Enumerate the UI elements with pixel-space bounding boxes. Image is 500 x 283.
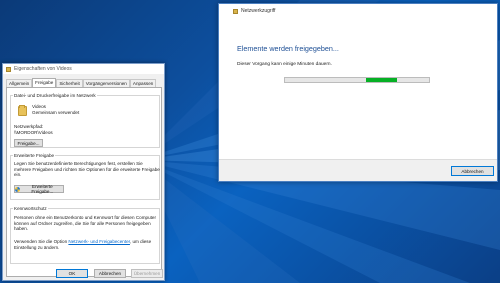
network-access-titlebar[interactable]: Netzwerkzugriff	[219, 4, 497, 18]
sharing-group: Datei- und Druckerfreigabe im Netzwerk V…	[10, 93, 160, 148]
sharing-description: Dieser Vorgang kann einige Minuten dauer…	[237, 62, 332, 67]
network-cancel-button[interactable]: Abbrechen	[451, 166, 494, 176]
progress-fill	[365, 78, 398, 82]
network-access-title: Netzwerkzugriff	[241, 8, 276, 14]
properties-dialog: Eigenschaften von Videos Allgemein Freig…	[2, 63, 165, 281]
apply-button[interactable]: Übernehmen	[131, 269, 163, 278]
shield-icon	[15, 186, 20, 192]
tab-sicherheit[interactable]: Sicherheit	[56, 79, 83, 87]
freigabe-tab-panel: Datei- und Druckerfreigabe im Netzwerk V…	[6, 87, 162, 277]
cancel-button[interactable]: Abbrechen	[94, 269, 126, 278]
sharing-progress-bar	[284, 77, 430, 83]
password-change-prefix: Verwenden Sie die Option	[14, 239, 69, 244]
password-protection-group: Kennwortschutz Personen ohne ein Benutze…	[10, 206, 160, 264]
advanced-sharing-button-label: Erweiterte Freigabe...	[31, 184, 54, 194]
folder-title-icon	[6, 66, 11, 72]
network-access-dialog: Netzwerkzugriff Elemente werden freigege…	[218, 3, 498, 182]
password-protection-description: Personen ohne ein Benutzerkonto und Kenn…	[14, 215, 156, 232]
tab-anpassen[interactable]: Anpassen	[129, 79, 157, 87]
network-path-value: \\MORDOR\Videos	[14, 130, 53, 135]
network-dialog-footer: Abbrechen	[219, 159, 497, 181]
sharing-heading: Elemente werden freigegeben...	[237, 44, 339, 53]
network-sharing-center-link[interactable]: Netzwerk- und Freigabecenter	[68, 239, 130, 244]
advanced-sharing-button[interactable]: Erweiterte Freigabe...	[14, 184, 64, 194]
password-protection-title: Kennwortschutz	[13, 206, 48, 211]
tab-strip: Allgemein Freigabe Sicherheit Vorgängerv…	[3, 78, 164, 87]
tab-vorgaengerversionen[interactable]: Vorgängerversionen	[82, 79, 130, 87]
shared-item-status: Gemeinsam verwendet	[32, 110, 80, 115]
advanced-sharing-title: Erweiterte Freigabe	[13, 153, 56, 158]
folder-icon	[18, 105, 27, 116]
tab-freigabe[interactable]: Freigabe	[32, 78, 57, 87]
advanced-sharing-description: Legen Sie benutzerdefinierte Berechtigun…	[14, 161, 160, 178]
share-button[interactable]: Freigabe...	[14, 139, 43, 147]
shared-item-name: Videos	[32, 104, 46, 109]
folder-title-icon	[233, 8, 238, 14]
ok-button[interactable]: OK	[56, 269, 88, 278]
properties-titlebar[interactable]: Eigenschaften von Videos	[3, 64, 164, 74]
properties-title: Eigenschaften von Videos	[14, 66, 72, 72]
sharing-group-title: Datei- und Druckerfreigabe im Netzwerk	[13, 93, 97, 98]
password-change-text: Verwenden Sie die Option Netzwerk- und F…	[14, 239, 160, 250]
network-path-label: Netzwerkpfad:	[14, 124, 44, 129]
tab-allgemein[interactable]: Allgemein	[6, 79, 33, 87]
advanced-sharing-group: Erweiterte Freigabe Legen Sie benutzerde…	[10, 153, 160, 200]
